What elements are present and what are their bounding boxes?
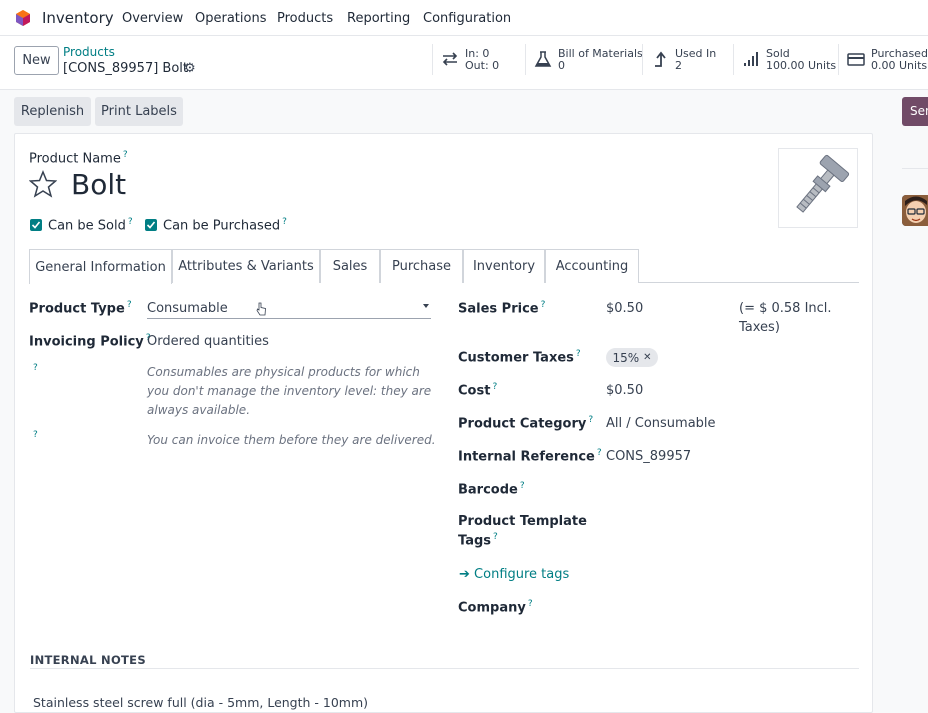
flask-icon — [534, 51, 552, 67]
chevron-down-icon[interactable] — [423, 304, 429, 308]
gear-icon[interactable]: ⚙ — [184, 61, 196, 76]
product-type-select[interactable]: Consumable — [147, 301, 228, 316]
level-up-icon — [655, 51, 666, 67]
arrow-right-icon: ➔ — [459, 567, 470, 582]
credit-card-icon — [847, 53, 865, 66]
customer-taxes-label: Customer Taxes? — [458, 349, 581, 366]
replenish-button[interactable]: Replenish — [14, 97, 91, 126]
menu-reporting[interactable]: Reporting — [347, 11, 410, 26]
product-category-field[interactable]: All / Consumable — [606, 416, 716, 431]
cost-label: Cost? — [458, 382, 498, 399]
can-be-sold-checkbox[interactable] — [30, 219, 42, 231]
tab-inventory[interactable]: Inventory — [463, 249, 545, 283]
inventory-app-logo-icon[interactable] — [14, 9, 32, 27]
product-name-label: Product Name? — [29, 150, 128, 167]
invoice-help-icon[interactable]: ? — [33, 430, 38, 440]
product-name-field[interactable]: Bolt — [71, 168, 126, 201]
breadcrumb-current: [CONS_89957] Bolt — [63, 61, 188, 76]
menu-products[interactable]: Products — [277, 11, 333, 26]
can-be-purchased-label[interactable]: Can be Purchased? — [163, 217, 287, 233]
company-label: Company? — [458, 599, 533, 616]
internal-reference-field[interactable]: CONS_89957 — [606, 449, 691, 464]
tab-general-information[interactable]: General Information — [29, 249, 172, 284]
stat-bom-value: 0 — [558, 59, 565, 72]
consumable-help-icon[interactable]: ? — [33, 363, 38, 373]
template-tags-label-line-2: Tags? — [458, 532, 498, 549]
signal-bars-icon — [744, 52, 758, 66]
stat-in-out-button[interactable]: In: 0 Out: 0 — [432, 44, 525, 75]
stat-purchased-button[interactable]: Purchased 0.00 Units — [838, 44, 928, 75]
user-avatar-icon — [902, 195, 928, 226]
chatter-divider — [902, 168, 928, 169]
bolt-image-icon — [796, 154, 850, 213]
stat-out-label: Out: 0 — [465, 59, 500, 72]
new-button[interactable]: New — [14, 46, 59, 75]
configure-tags-link[interactable]: ➔ Configure tags — [459, 567, 569, 582]
form-tabs: General Information Attributes & Variant… — [29, 249, 859, 284]
favorite-star-icon[interactable] — [29, 170, 57, 198]
consumable-help-line-2: you don't manage the inventory level: th… — [147, 384, 432, 398]
stat-used-in-value: 2 — [675, 59, 682, 72]
product-image[interactable] — [778, 148, 858, 228]
stat-used-in-button[interactable]: Used In 2 — [642, 44, 733, 75]
pointer-cursor-icon — [256, 302, 266, 316]
invoice-help-text: You can invoice them before they are del… — [147, 433, 436, 447]
tab-accounting[interactable]: Accounting — [545, 249, 639, 283]
consumable-help-line-3: always available. — [147, 403, 251, 417]
cost-field[interactable]: $0.50 — [606, 383, 643, 398]
top-navbar: Inventory Overview Operations Products R… — [0, 0, 928, 36]
menu-configuration[interactable]: Configuration — [423, 11, 511, 26]
tab-attributes-variants[interactable]: Attributes & Variants — [172, 249, 320, 283]
stat-purchased-value: 0.00 Units — [871, 59, 928, 72]
invoicing-policy-field[interactable]: Ordered quantities — [147, 334, 269, 349]
stat-sold-value: 100.00 Units — [766, 59, 837, 72]
product-type-label: Product Type? — [29, 300, 132, 317]
customer-tax-tag[interactable]: 15% ✕ — [606, 348, 658, 367]
breadcrumb-products-link[interactable]: Products — [63, 45, 115, 59]
incl-taxes-line-2: Taxes) — [739, 320, 780, 335]
product-category-label: Product Category? — [458, 415, 594, 432]
product-form-sheet: Product Name? Bolt Can be Sold? Can be P… — [14, 133, 873, 713]
menu-overview[interactable]: Overview — [122, 11, 183, 26]
menu-operations[interactable]: Operations — [195, 11, 266, 26]
invoicing-policy-label: Invoicing Policy? — [29, 333, 151, 350]
barcode-label: Barcode? — [458, 481, 525, 498]
stat-sold-button[interactable]: Sold 100.00 Units — [733, 44, 838, 75]
notes-divider — [30, 668, 859, 669]
avatar[interactable] — [902, 195, 928, 226]
print-labels-button[interactable]: Print Labels — [95, 97, 183, 126]
product-type-underline — [147, 318, 431, 319]
can-be-purchased-checkbox[interactable] — [145, 219, 157, 231]
send-message-button[interactable]: Send — [902, 97, 928, 126]
stat-bom-button[interactable]: Bill of Materials 0 — [525, 44, 643, 75]
control-panel: New Products [CONS_89957] Bolt ⚙ In: 0 O… — [0, 36, 928, 90]
sales-price-label: Sales Price? — [458, 300, 546, 317]
app-name[interactable]: Inventory — [42, 9, 114, 27]
can-be-sold-label[interactable]: Can be Sold? — [48, 217, 133, 233]
internal-notes-field[interactable]: Stainless steel screw full (dia - 5mm, L… — [33, 695, 368, 710]
tab-sales[interactable]: Sales — [320, 249, 380, 283]
remove-tag-icon[interactable]: ✕ — [643, 352, 651, 363]
template-tags-label-line-1: Product Template — [458, 514, 587, 529]
consumable-help-line-1: Consumables are physical products for wh… — [147, 365, 420, 379]
tab-purchase[interactable]: Purchase — [380, 249, 463, 283]
sales-price-field[interactable]: $0.50 — [606, 301, 643, 316]
incl-taxes-line-1: (= $ 0.58 Incl. — [739, 301, 832, 316]
transfer-arrows-icon — [442, 52, 458, 66]
internal-notes-heading: INTERNAL NOTES — [30, 653, 146, 667]
internal-reference-label: Internal Reference? — [458, 448, 602, 465]
stat-bom-label: Bill of Materials — [558, 47, 643, 60]
